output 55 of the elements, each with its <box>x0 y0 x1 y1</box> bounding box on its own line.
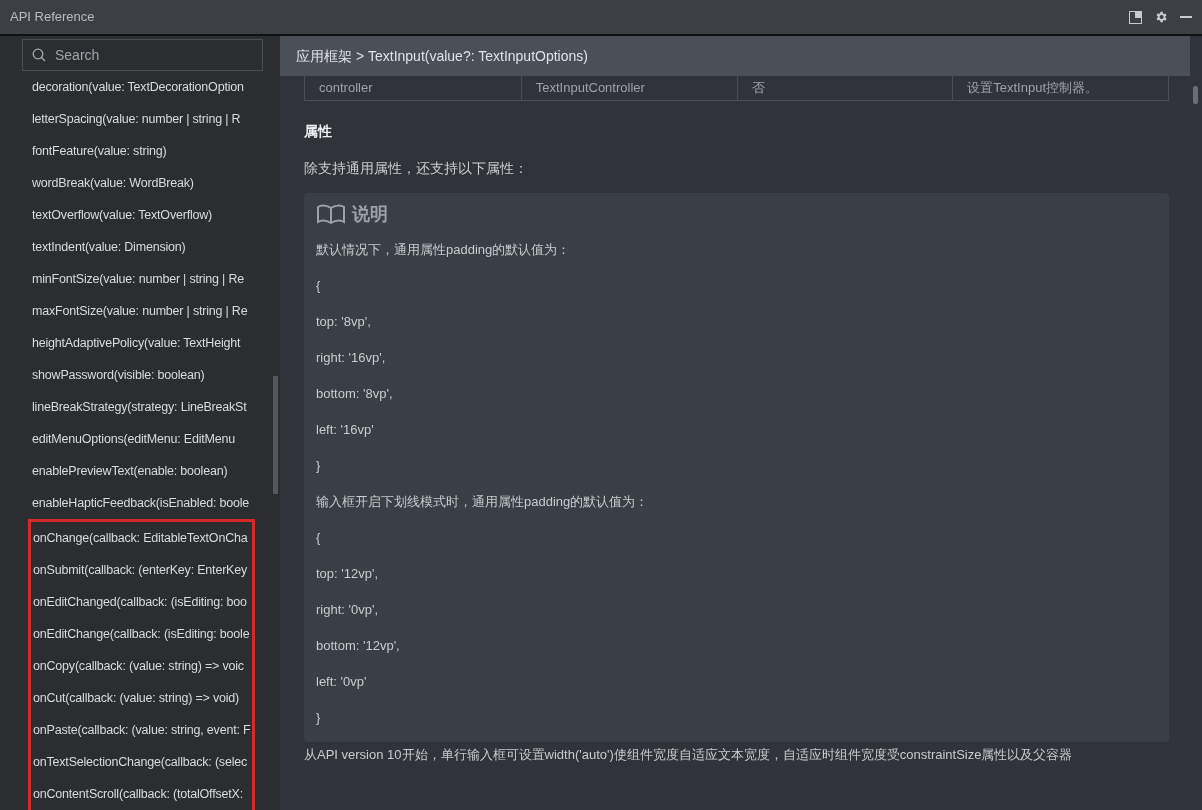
sidebar-item[interactable]: onCopy(callback: (value: string) => voic <box>31 650 253 682</box>
sidebar-item[interactable]: letterSpacing(value: number | string | R <box>22 103 256 135</box>
note-line: bottom: '8vp', <box>316 384 394 403</box>
window-title: API Reference <box>10 8 95 27</box>
sidebar-item[interactable]: lineBreakStrategy(strategy: LineBreakSt <box>22 391 256 423</box>
table-cell-text: controller <box>318 79 374 97</box>
search-field[interactable]: Search <box>22 39 263 71</box>
sidebar-item[interactable]: enableHapticFeedback(isEnabled: boole <box>22 487 256 519</box>
sidebar-item[interactable]: onSubmit(callback: (enterKey: EnterKey <box>31 554 253 586</box>
note-line: bottom: '12vp', <box>316 636 401 655</box>
sidebar-item[interactable]: editMenuOptions(editMenu: EditMenu <box>22 423 256 455</box>
scrollbar-thumb[interactable] <box>273 376 278 494</box>
section-title: 属性 <box>304 121 333 141</box>
search-icon <box>32 48 46 62</box>
sidebar-item[interactable]: onEditChange(callback: (isEditing: boole <box>31 618 253 650</box>
note-line: } <box>316 708 322 727</box>
sidebar-item[interactable]: showPassword(visible: boolean) <box>22 359 256 391</box>
sidebar-item[interactable]: textOverflow(value: TextOverflow) <box>22 199 256 231</box>
sidebar-item[interactable]: decoration(value: TextDecorationOption <box>22 71 256 103</box>
sidebar-item[interactable]: minFontSize(value: number | string | Re <box>22 263 256 295</box>
minimize-icon[interactable] <box>1180 16 1192 18</box>
sidebar-item[interactable]: onPaste(callback: (value: string, event: F <box>31 714 253 746</box>
note-line: { <box>316 276 322 295</box>
sidebar-item[interactable]: onContentScroll(callback: (totalOffsetX: <box>31 778 253 810</box>
scrollbar-thumb[interactable] <box>1193 86 1198 104</box>
layout-icon[interactable] <box>1129 10 1142 24</box>
sidebar-item[interactable]: fontFeature(value: string) <box>22 135 256 167</box>
table-cell: 设置TextInput控制器。 <box>952 76 1168 100</box>
sidebar-item[interactable]: onEditChanged(callback: (isEditing: boo <box>31 586 253 618</box>
settings-icon[interactable] <box>1154 10 1168 24</box>
intro-text: 除支持通用属性，还支持以下属性： <box>304 158 529 178</box>
sidebar-item[interactable]: heightAdaptivePolicy(value: TextHeight <box>22 327 256 359</box>
note-line: } <box>316 456 322 475</box>
body-text: 从API version 10开始，单行输入框可设置width('auto')使组件宽度自适应文本宽度，自适应时组件宽度受constraintSize属性以及父容器 <box>304 745 1074 764</box>
note-line: right: '16vp', <box>316 348 387 367</box>
note-title: 说明 <box>352 202 388 226</box>
note-line: { <box>316 528 322 547</box>
sidebar-item[interactable]: maxFontSize(value: number | string | Re <box>22 295 256 327</box>
table-cell: 否 <box>736 76 953 100</box>
sidebar-item[interactable]: onChange(callback: EditableTextOnCha <box>31 522 253 554</box>
note-line: 输入框开启下划线模式时，通用属性padding的默认值为： <box>316 492 650 511</box>
breadcrumb[interactable]: 应用框架 > TextInput(value?: TextInputOptions) <box>296 45 588 67</box>
note-line: left: '0vp' <box>316 672 368 691</box>
sidebar-item[interactable]: onTextSelectionChange(callback: (selec <box>31 746 253 778</box>
note-line: right: '0vp', <box>316 600 380 619</box>
book-icon <box>316 204 346 224</box>
note-line: top: '12vp', <box>316 564 380 583</box>
note-line: top: '8vp', <box>316 312 372 331</box>
sidebar-item[interactable]: textIndent(value: Dimension) <box>22 231 256 263</box>
note-line: left: '16vp' <box>316 420 375 439</box>
table-cell: TextInputController <box>520 76 737 100</box>
sidebar-item[interactable]: onCut(callback: (value: string) => void) <box>31 682 253 714</box>
sidebar-item[interactable]: enablePreviewText(enable: boolean) <box>22 455 256 487</box>
sidebar-item[interactable]: wordBreak(value: WordBreak) <box>22 167 256 199</box>
note-line: 默认情况下，通用属性padding的默认值为： <box>316 240 572 259</box>
